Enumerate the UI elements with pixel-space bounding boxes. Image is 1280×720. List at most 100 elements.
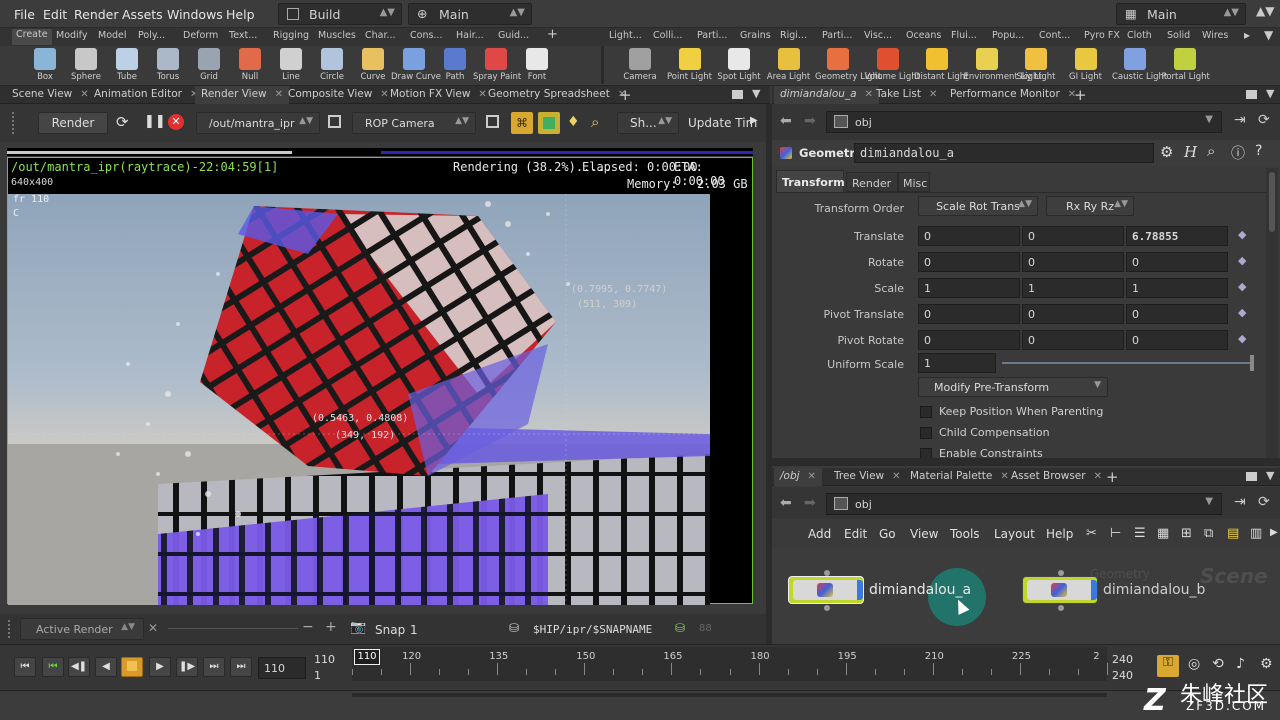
tool-path[interactable]: Path <box>432 48 478 82</box>
network-view-icon[interactable]: ⧉ <box>1204 526 1213 541</box>
jump-to-rop-icon[interactable] <box>328 115 341 128</box>
keyframe-icon[interactable]: ◆ <box>1238 228 1246 241</box>
shelf-tab[interactable]: Cont... <box>1039 30 1070 41</box>
param-field-rotate-y[interactable]: 0 <box>1022 252 1124 272</box>
shelf-tab[interactable]: Oceans <box>906 30 941 41</box>
network-menu-go[interactable]: Go <box>879 527 896 541</box>
param-field-pivot-rotate-y[interactable]: 0 <box>1022 330 1124 350</box>
shelf-tab[interactable]: Model <box>98 30 127 41</box>
gear-icon[interactable]: ⚙ <box>1160 143 1173 161</box>
render-button[interactable]: Render <box>38 112 108 134</box>
snapshot-camera-icon[interactable]: 📷 <box>350 620 366 635</box>
keyframe-icon[interactable]: ◆ <box>1238 332 1246 345</box>
shelf-menu-icon[interactable]: ▼ <box>1264 28 1273 42</box>
tool-distant-light[interactable]: Distant Light <box>914 48 969 82</box>
search-icon[interactable]: ⌕ <box>1207 142 1215 160</box>
shelf-tab[interactable]: Pyro FX <box>1084 30 1120 41</box>
uniform-scale-slider[interactable] <box>1002 362 1252 364</box>
tab-transform[interactable]: Transform <box>776 170 845 192</box>
shelf-tab[interactable]: Grains <box>740 30 771 41</box>
node-input-connector[interactable] <box>824 570 830 576</box>
tab-asset-browser[interactable]: Asset Browser ✕ <box>1005 468 1108 486</box>
maximize-icon[interactable] <box>1246 472 1257 481</box>
snap-save-icon[interactable]: ⛁ <box>675 621 685 635</box>
add-tab-icon[interactable]: + <box>1074 86 1087 104</box>
keep-position-checkbox[interactable] <box>920 406 932 418</box>
shelf-tab[interactable]: Visc... <box>864 30 892 41</box>
render-image[interactable]: fr 110 C (0.7995, 0.7747) (511, 309) (0.… <box>8 194 710 605</box>
uniform-scale-slider-handle[interactable] <box>1250 355 1254 371</box>
tool-area-light[interactable]: Area Light <box>766 48 812 82</box>
node-a-label[interactable]: dimiandalou_a <box>869 582 971 598</box>
back-arrow-icon[interactable]: ⬅ <box>780 113 792 129</box>
node-dimiandalou-b[interactable] <box>1022 576 1098 604</box>
node-b-label[interactable]: dimiandalou_b <box>1103 582 1205 598</box>
camera-dropdown[interactable]: ROP Camera ▲▼ <box>352 112 476 134</box>
snap-path[interactable]: $HIP/ipr/$SNAPNAME <box>533 623 652 636</box>
param-field-translate-y[interactable]: 0 <box>1022 226 1124 246</box>
tool-environment-light[interactable]: Environment Light <box>964 48 1042 82</box>
global-anim-icon[interactable]: ⚙ <box>1260 656 1273 672</box>
node-name-field[interactable]: dimiandalou_a <box>854 143 1154 163</box>
shelf-arrow-icon[interactable]: ▸ <box>1244 28 1250 42</box>
audio-icon[interactable]: ♪ <box>1236 656 1245 672</box>
shelf-tab[interactable]: Light... <box>609 30 642 41</box>
prev-key-icon[interactable]: ◀❚ <box>68 657 90 677</box>
tool-sky-light[interactable]: Sky Light <box>1013 48 1059 82</box>
add-shelf-icon[interactable]: + <box>547 27 558 42</box>
modify-pretransform-dropdown[interactable]: Modify Pre-Transform ▼ <box>918 377 1108 397</box>
preview-icon[interactable] <box>538 112 560 134</box>
pause-icon[interactable]: ❚❚ <box>144 114 166 129</box>
shelf-tab[interactable]: Flui... <box>951 30 977 41</box>
param-field-translate-z[interactable]: 6.78855 <box>1126 226 1228 246</box>
timeline-track[interactable]: 120 135 150 165 180 195 210 225 2 110 <box>352 647 1108 681</box>
add-tab-icon[interactable]: + <box>1106 468 1119 486</box>
tab-parameters[interactable]: dimiandalou_a ✕ <box>774 86 879 104</box>
tab-performance-monitor[interactable]: Performance Monitor ✕ <box>944 86 1082 104</box>
param-scroll-thumb[interactable] <box>1269 172 1275 232</box>
menu-windows[interactable]: Windows <box>167 7 223 22</box>
grid-icon[interactable]: ▦ <box>1157 526 1169 541</box>
shelf-tab[interactable]: Parti... <box>822 30 852 41</box>
plus-icon[interactable]: + <box>325 619 337 635</box>
shelf-tab[interactable]: Rigi... <box>780 30 807 41</box>
shelf-tab[interactable]: Poly... <box>138 30 165 41</box>
param-field-rotate-x[interactable]: 0 <box>918 252 1020 272</box>
shelf-tab[interactable]: Cons... <box>410 30 442 41</box>
tool-line[interactable]: Line <box>268 48 314 82</box>
layout-icon[interactable]: ⊞ <box>1181 526 1192 541</box>
tab-tree-view[interactable]: Tree View ✕ <box>828 468 907 486</box>
tab-geometry-spreadsheet[interactable]: Geometry Spreadsheet ✕ <box>482 86 632 104</box>
pin-icon[interactable]: ⇥ <box>1234 494 1246 510</box>
desktop-dropdown[interactable]: Build ▲▼ <box>278 3 402 25</box>
tools-icon[interactable]: ✂ <box>1086 526 1097 541</box>
render-viewport[interactable]: /out/mantra_ipr(raytrace)-22:04:59[1] 64… <box>7 157 753 605</box>
param-field-scale-y[interactable]: 1 <box>1022 278 1124 298</box>
toolbar-arrow-icon[interactable]: ▶ <box>750 115 758 126</box>
network-menu-add[interactable]: Add <box>808 527 831 541</box>
close-icon[interactable]: ✕ <box>1094 471 1102 482</box>
tab-scene-view[interactable]: Scene View ✕ <box>6 86 95 104</box>
range-end[interactable]: 240 <box>1112 653 1133 666</box>
back-arrow-icon[interactable]: ⬅ <box>780 495 792 511</box>
node-output-connector[interactable] <box>824 605 830 611</box>
play-reverse-icon[interactable]: ◀ <box>95 657 117 677</box>
range-start[interactable]: 110 <box>314 653 335 666</box>
uniform-scale-field[interactable]: 1 <box>918 353 996 373</box>
shelf-tab[interactable]: Colli... <box>653 30 682 41</box>
next-key-icon[interactable]: ❚▶ <box>176 657 198 677</box>
tool-font[interactable]: Font <box>514 48 560 82</box>
tab-render-view[interactable]: Render View ✕ <box>195 86 290 104</box>
shelf-tab[interactable]: Wires <box>1202 30 1228 41</box>
param-path-field[interactable]: obj ▼ <box>826 111 1222 133</box>
add-tab-icon[interactable]: + <box>619 86 632 104</box>
node-input-connector[interactable] <box>1058 570 1064 576</box>
rotate-order-dropdown[interactable]: Rx Ry Rz ▲▼ <box>1046 196 1134 216</box>
tab-material-palette[interactable]: Material Palette ✕ <box>904 468 1015 486</box>
help-h-icon[interactable]: H <box>1184 143 1197 161</box>
param-field-pivot-translate-y[interactable]: 0 <box>1022 304 1124 324</box>
menu-render[interactable]: Render <box>74 7 119 22</box>
refresh-icon[interactable]: ⟳ <box>116 113 129 131</box>
param-field-pivot-translate-x[interactable]: 0 <box>918 304 1020 324</box>
display-flag-icon[interactable] <box>1091 580 1097 600</box>
